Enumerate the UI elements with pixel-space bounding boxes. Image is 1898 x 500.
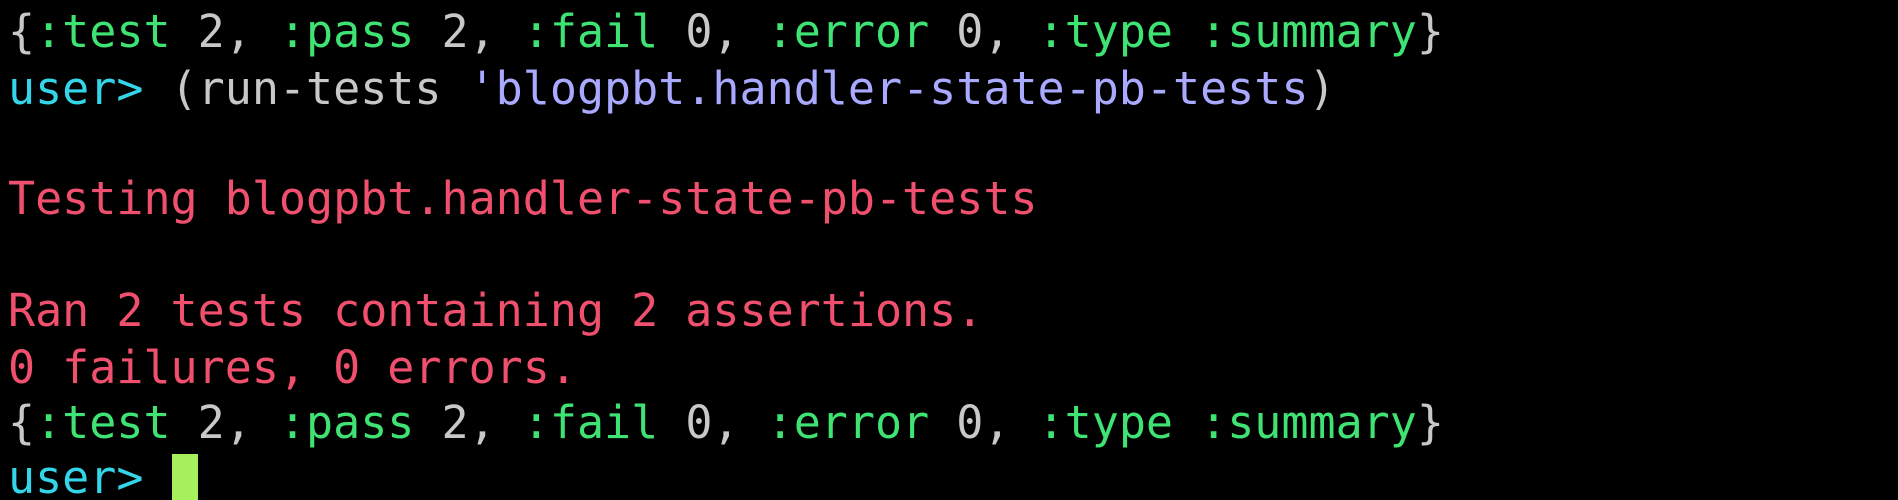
repl-prompt: user> xyxy=(8,62,144,115)
failures-output-line: 0 failures, 0 errors. xyxy=(8,341,577,394)
value-pass: 2, xyxy=(414,5,523,58)
ran-output-line: Ran 2 tests containing 2 assertions. xyxy=(8,284,984,337)
repl-prompt: user> xyxy=(8,451,144,500)
keyword-error: :error xyxy=(766,5,930,58)
terminal-window[interactable]: {:test 2, :pass 2, :fail 0, :error 0, :t… xyxy=(0,0,1898,500)
keyword-test: :test xyxy=(35,396,171,449)
keyword-test: :test xyxy=(35,5,171,58)
keyword-error: :error xyxy=(766,396,930,449)
map-close-brace: } xyxy=(1416,396,1444,449)
keyword-fail: :fail xyxy=(522,5,659,58)
close-paren: ) xyxy=(1308,62,1336,115)
keyword-pass: :pass xyxy=(278,5,415,58)
map-open-brace: { xyxy=(8,396,36,449)
keyword-pass: :pass xyxy=(278,396,415,449)
input-line[interactable]: user> xyxy=(8,450,198,500)
testing-output-line: Testing blogpbt.handler-state-pb-tests xyxy=(8,172,1038,225)
open-paren: ( xyxy=(143,62,198,115)
summary-output-line: {:test 2, :pass 2, :fail 0, :error 0, :t… xyxy=(8,4,1444,60)
value-test: 2, xyxy=(170,5,279,58)
keyword-fail: :fail xyxy=(522,396,659,449)
value-test: 2, xyxy=(170,396,279,449)
value-error: 0, xyxy=(929,5,1038,58)
value-type: :summary xyxy=(1200,396,1417,449)
value-fail: 0, xyxy=(658,396,767,449)
value-fail: 0, xyxy=(658,5,767,58)
map-open-brace: { xyxy=(8,5,36,58)
keyword-type: :type xyxy=(1037,5,1174,58)
command-arg: 'blogpbt.handler-state-pb-tests xyxy=(441,62,1309,115)
command-fn: run-tests xyxy=(197,62,442,115)
value-error: 0, xyxy=(929,396,1038,449)
text-cursor[interactable] xyxy=(171,454,198,500)
value-type: :summary xyxy=(1200,5,1417,58)
summary-output-line: {:test 2, :pass 2, :fail 0, :error 0, :t… xyxy=(8,395,1444,451)
command-line: user> (run-tests 'blogpbt.handler-state-… xyxy=(8,61,1336,117)
keyword-type: :type xyxy=(1037,396,1174,449)
value-pass: 2, xyxy=(414,396,523,449)
map-close-brace: } xyxy=(1416,5,1444,58)
